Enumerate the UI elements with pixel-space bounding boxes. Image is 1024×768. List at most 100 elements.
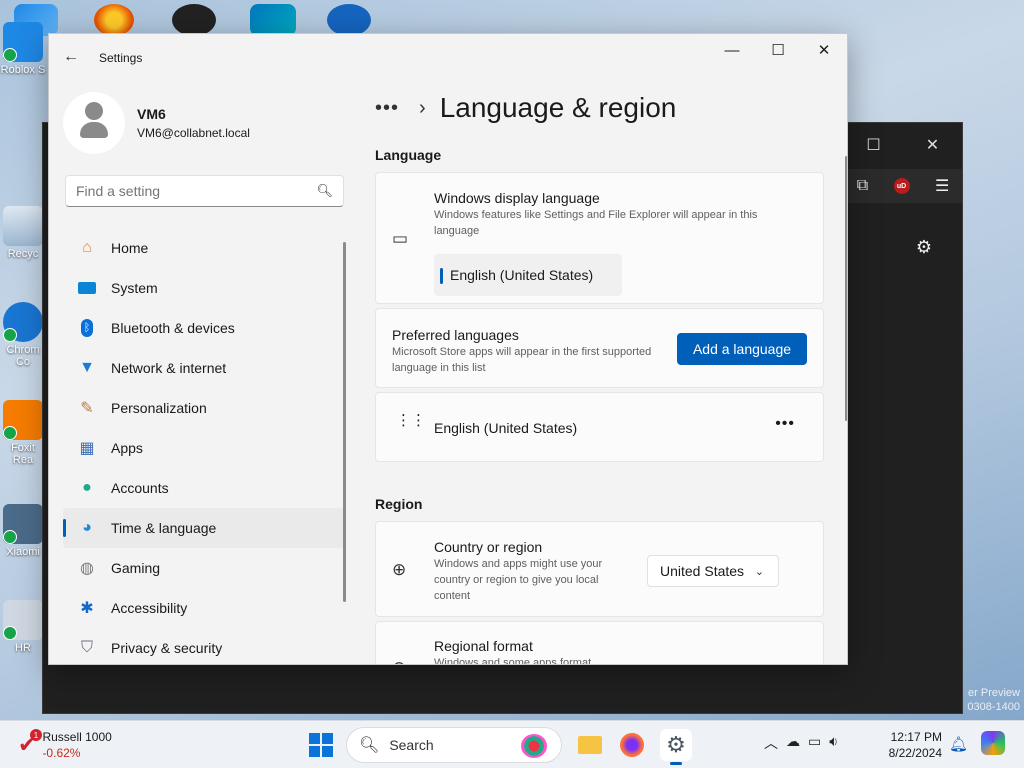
drag-handle-icon[interactable]: ⋮⋮ <box>396 413 426 428</box>
sidebar-item-time-language[interactable]: ◕ Time & language <box>63 508 344 548</box>
preferred-languages-title: Preferred languages <box>392 327 519 343</box>
accessibility-icon: ✱ <box>80 600 94 617</box>
display-language-dropdown[interactable]: English (United States) <box>434 254 622 296</box>
system-icon <box>77 278 97 298</box>
search-icon: 🔍︎ <box>316 183 333 198</box>
regional-format-title: Regional format <box>434 638 533 654</box>
display-icon[interactable]: ▭ <box>808 733 821 753</box>
content-scrollbar[interactable] <box>845 156 847 421</box>
clock-date: 8/22/2024 <box>888 746 942 760</box>
sidebar-item-accessibility[interactable]: ✱ Accessibility <box>63 588 344 628</box>
close-button[interactable]: ✕ <box>801 34 847 66</box>
country-region-dropdown[interactable]: United States ⌄ <box>647 555 779 587</box>
section-header-region: Region <box>375 496 423 512</box>
gear-icon[interactable]: ⚙ <box>916 237 932 258</box>
app-title: Settings <box>99 51 143 65</box>
breadcrumb: ••• › Language & region <box>375 92 676 124</box>
firefox-icon[interactable] <box>616 729 648 761</box>
sidebar-item-privacy[interactable]: ⛉ Privacy & security <box>63 628 344 664</box>
sidebar-item-label: Home <box>111 240 149 256</box>
sidebar-item-system[interactable]: System <box>63 268 344 308</box>
taskbar-search[interactable]: 🔍︎ Search <box>346 727 562 763</box>
installed-language-row[interactable]: ⋮⋮ English (United States) ••• <box>375 392 824 462</box>
gamepad-icon: ◍ <box>80 560 94 577</box>
sync-check-icon <box>3 328 17 342</box>
accounts-icon: ● <box>82 479 92 496</box>
desktop-icon-hr[interactable]: HR <box>0 600 46 654</box>
search-icon: 🔍︎ <box>359 737 380 754</box>
settings-taskbar-icon[interactable]: ⚙ <box>660 729 692 765</box>
search-input[interactable] <box>76 183 317 199</box>
display-language-card: ▭ Windows display language Windows featu… <box>375 172 824 304</box>
file-explorer-icon[interactable] <box>574 729 606 761</box>
desktop-top-app-icon[interactable] <box>172 4 216 36</box>
arrow-left-icon[interactable]: ← <box>63 48 79 66</box>
close-button[interactable]: ✕ <box>903 123 962 167</box>
desktop-icon-label: Roblox S <box>0 64 46 76</box>
desktop-icon-foxit[interactable]: Foxit Rea <box>0 400 46 466</box>
sidebar-scrollbar[interactable] <box>343 242 346 602</box>
xiaomi-icon <box>3 504 43 544</box>
sidebar-item-network[interactable]: ▼ Network & internet <box>63 348 344 388</box>
country-region-card: ⊕ Country or region Windows and apps mig… <box>375 521 824 617</box>
browser-toolbar: ⧉ uD ☰ <box>844 169 962 203</box>
chevron-up-icon[interactable]: ︿ <box>764 733 778 753</box>
sidebar-item-accounts[interactable]: ● Accounts <box>63 468 344 508</box>
sidebar-item-label: Time & language <box>111 520 217 536</box>
clock[interactable]: 12:17 PM 8/22/2024 <box>876 729 942 761</box>
ublock-icon[interactable]: uD <box>893 178 910 194</box>
minimize-button[interactable]: — <box>709 34 755 66</box>
sync-icon[interactable]: ☁ <box>786 733 800 753</box>
start-button[interactable] <box>309 733 333 757</box>
sidebar-item-label: Apps <box>111 440 143 456</box>
laptop-icon: ▭ <box>392 229 409 248</box>
desktop-top-app-icon[interactable] <box>250 4 296 36</box>
taskbar-search-label: Search <box>389 737 434 753</box>
more-options-button[interactable]: ••• <box>775 415 795 433</box>
sidebar-item-personalization[interactable]: ✎ Personalization <box>63 388 344 428</box>
sync-check-icon <box>3 530 17 544</box>
user-name: VM6 <box>137 106 166 122</box>
system-tray: ︿ ☁ ▭ 🔉︎ <box>764 733 838 753</box>
sync-check-icon <box>3 626 17 640</box>
installed-language-label: English (United States) <box>434 420 578 436</box>
chevron-down-icon: ⌄ <box>754 565 764 578</box>
desktop-icon-label: Recyc <box>7 248 39 260</box>
sidebar-item-gaming[interactable]: ◍ Gaming <box>63 548 344 588</box>
stock-widget[interactable]: ✔ 1 Russell 1000 -0.62% <box>18 729 112 760</box>
sidebar-item-label: Personalization <box>111 400 207 416</box>
preferred-languages-desc: Microsoft Store apps will appear in the … <box>392 346 652 374</box>
desktop-icon-label: HR <box>15 642 31 654</box>
desktop-icon-xiaomi[interactable]: Xiaomi <box>0 504 46 558</box>
sidebar-item-apps[interactable]: ▦ Apps <box>63 428 344 468</box>
desktop-icon-recycle-bin[interactable]: Recyc <box>0 206 46 260</box>
bell-icon[interactable]: 🔔︎ <box>949 735 968 753</box>
volume-icon[interactable]: 🔉︎ <box>829 733 838 753</box>
insider-preview-watermark: er Preview 0308-1400 <box>967 686 1020 714</box>
menu-icon[interactable]: ☰ <box>935 176 949 196</box>
extensions-icon[interactable]: ⧉ <box>857 177 868 195</box>
maximize-button[interactable]: ☐ <box>844 123 903 167</box>
maximize-button[interactable]: ☐ <box>755 34 801 66</box>
watermark-line: er Preview <box>968 687 1020 699</box>
desktop-top-app-icon[interactable] <box>327 4 371 36</box>
sidebar-nav: ⌂ Home System ᛒ Bluetooth & devices ▼ Ne… <box>63 228 344 664</box>
sidebar-item-home[interactable]: ⌂ Home <box>63 228 344 268</box>
desktop-icon-chrome[interactable]: Chrom Co <box>0 302 46 368</box>
desktop-icon-roblox[interactable]: Roblox S <box>0 22 46 76</box>
globe-icon: ⊕ <box>392 658 406 664</box>
settings-window: ← Settings — ☐ ✕ VM6 VM6@collabnet.local… <box>48 33 848 665</box>
add-language-button[interactable]: Add a language <box>677 333 807 365</box>
sidebar-item-label: Gaming <box>111 560 161 576</box>
desktop-icon-label: Xiaomi <box>6 546 40 558</box>
stock-trend-icon: ✔ 1 <box>18 729 42 758</box>
user-profile[interactable]: VM6 VM6@collabnet.local <box>63 92 250 154</box>
globe-clock-icon: ◕ <box>82 519 92 536</box>
recycle-bin-icon <box>3 206 43 246</box>
sidebar-item-bluetooth[interactable]: ᛒ Bluetooth & devices <box>63 308 344 348</box>
foxit-reader-icon <box>3 400 43 440</box>
sidebar-item-label: System <box>111 280 158 296</box>
breadcrumb-overflow-button[interactable]: ••• <box>375 97 399 120</box>
copilot-icon[interactable] <box>981 731 1005 755</box>
desktop-top-app-icon[interactable] <box>94 4 134 36</box>
